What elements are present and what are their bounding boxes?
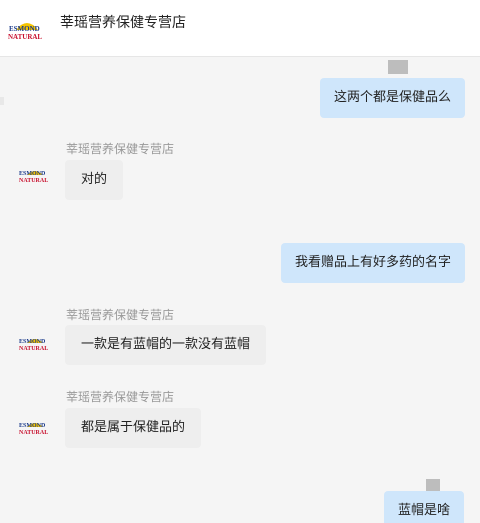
store-avatar-icon[interactable]: ESMOND NATURAL (19, 164, 51, 184)
svg-text:ESMOND: ESMOND (9, 25, 40, 33)
store-avatar-icon[interactable]: ESMOND NATURAL (19, 416, 51, 436)
outgoing-message[interactable]: 这两个都是保健品么 (320, 78, 466, 118)
svg-text:ESMOND: ESMOND (19, 423, 46, 429)
svg-text:ESMOND: ESMOND (19, 171, 46, 177)
svg-text:NATURAL: NATURAL (8, 33, 42, 41)
chat-header: ESMOND NATURAL 莘瑶营养保健专营店 (0, 0, 480, 57)
cursor-mark (426, 479, 440, 491)
svg-text:NATURAL: NATURAL (19, 178, 48, 184)
store-title: 莘瑶营养保健专营店 (60, 15, 186, 31)
sender-name: 莘瑶营养保健专营店 (66, 308, 175, 322)
outgoing-message[interactable]: 蓝帽是啥 (384, 491, 465, 523)
edge-mark (0, 97, 4, 105)
svg-text:ESMOND: ESMOND (19, 339, 46, 345)
store-logo-icon[interactable]: ESMOND NATURAL (6, 8, 48, 46)
svg-text:NATURAL: NATURAL (19, 430, 48, 436)
sender-name: 莘瑶营养保健专营店 (66, 390, 175, 404)
store-avatar-icon[interactable]: ESMOND NATURAL (19, 332, 51, 352)
svg-text:NATURAL: NATURAL (19, 346, 48, 352)
incoming-message[interactable]: 对的 (65, 160, 124, 200)
incoming-message[interactable]: 一款是有蓝帽的一款没有蓝帽 (65, 325, 267, 365)
message-list[interactable]: 这两个都是保健品么 莘瑶营养保健专营店 ESMOND NATURAL 对的 我看… (0, 57, 480, 523)
sender-name: 莘瑶营养保健专营店 (66, 142, 175, 156)
cursor-mark (388, 60, 408, 74)
incoming-message[interactable]: 都是属于保健品的 (65, 408, 202, 448)
outgoing-message[interactable]: 我看赠品上有好多药的名字 (281, 243, 466, 283)
